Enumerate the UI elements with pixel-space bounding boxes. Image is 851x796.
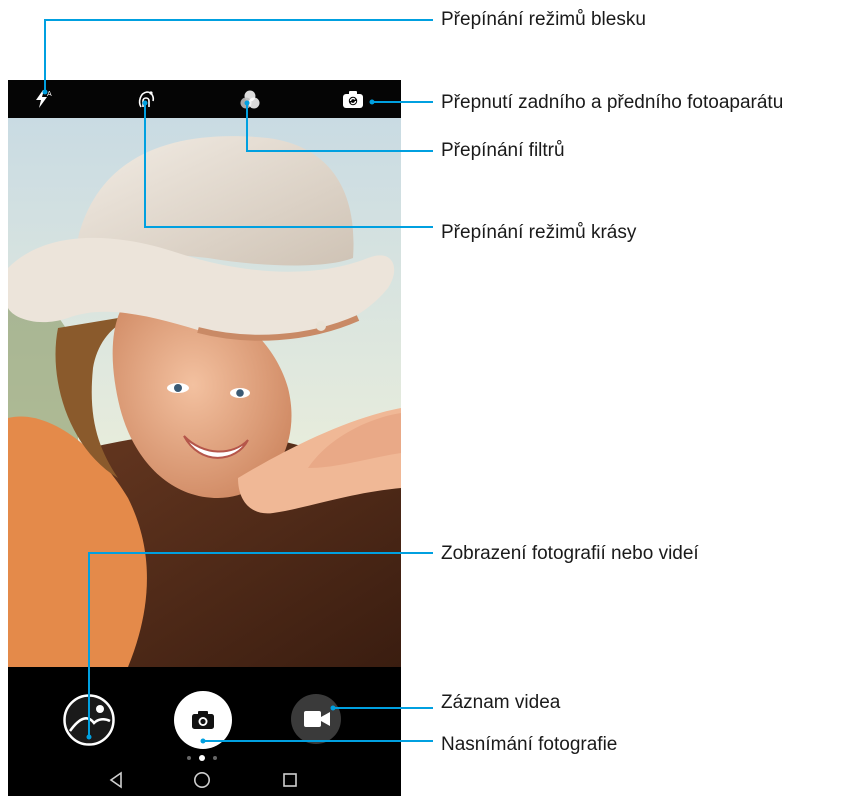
callout-filters: Přepínání filtrů (441, 140, 565, 161)
callout-video: Záznam videa (441, 692, 561, 713)
callout-gallery: Zobrazení fotografií nebo videí (441, 543, 699, 564)
filter-icon[interactable] (238, 89, 262, 111)
video-camera-icon (304, 711, 330, 727)
flash-auto-icon[interactable]: A (32, 88, 54, 110)
callout-flash: Přepínání režimů blesku (441, 9, 646, 30)
viewfinder-preview (8, 118, 401, 667)
back-triangle-icon[interactable] (108, 771, 124, 789)
switch-camera-icon[interactable] (341, 89, 365, 111)
page-indicator-dot-active (199, 755, 205, 761)
shutter-button[interactable] (174, 691, 232, 749)
page-indicator-dot (213, 756, 217, 760)
callout-shutter: Nasnímání fotografie (441, 734, 618, 755)
camera-top-bar: A (8, 80, 401, 118)
callout-switch-camera: Přepnutí zadního a předního fotoaparátu (441, 92, 784, 113)
video-record-button[interactable] (291, 694, 341, 744)
callout-beauty: Přepínání režimů krásy (441, 222, 637, 243)
page-indicator-dot (187, 756, 191, 760)
camera-bottom-bar (8, 667, 401, 796)
svg-text:A: A (47, 91, 52, 98)
home-circle-icon[interactable] (193, 771, 211, 789)
beauty-mode-icon[interactable] (135, 88, 157, 110)
camera-icon (192, 711, 214, 729)
recents-square-icon[interactable] (282, 772, 298, 788)
camera-app-screen: A (8, 80, 401, 796)
gallery-thumbnail-icon[interactable] (62, 693, 116, 747)
